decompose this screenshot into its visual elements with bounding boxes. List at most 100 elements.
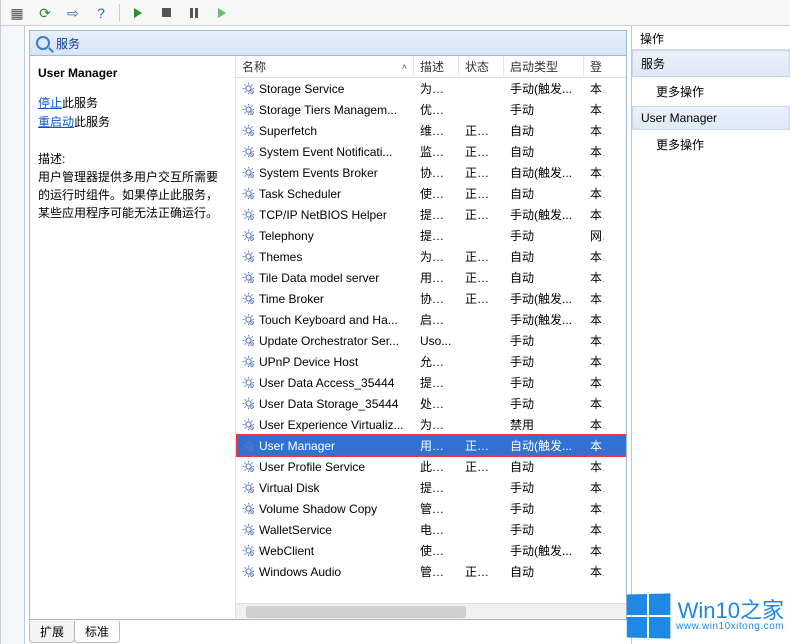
service-desc-cell: 优化... [414, 101, 459, 118]
table-row[interactable]: Update Orchestrator Ser...Uso...手动本 [236, 330, 626, 351]
service-logon-cell: 本 [584, 353, 604, 370]
table-row[interactable]: Themes为用...正在...自动本 [236, 246, 626, 267]
col-startup[interactable]: 启动类型 [504, 56, 584, 77]
service-startup-cell: 手动 [504, 353, 584, 370]
sort-asc-icon: ˄ [402, 62, 407, 72]
horizontal-scrollbar[interactable] [236, 603, 626, 619]
watermark-brand1: Win10 [678, 598, 740, 623]
table-row[interactable]: Telephony提供...手动网 [236, 225, 626, 246]
table-row[interactable]: WebClient使基...手动(触发...本 [236, 540, 626, 561]
table-row[interactable]: TCP/IP NetBIOS Helper提供...正在...手动(触发...本 [236, 204, 626, 225]
pause-icon[interactable] [182, 3, 206, 23]
table-row[interactable]: Storage Service为存...手动(触发...本 [236, 78, 626, 99]
table-row[interactable]: Superfetch维护...正在...自动本 [236, 120, 626, 141]
service-desc-cell: Uso... [414, 334, 459, 348]
table-row[interactable]: User Experience Virtualiz...为应...禁用本 [236, 414, 626, 435]
table-row[interactable]: Storage Tiers Managem...优化...手动本 [236, 99, 626, 120]
service-desc-cell: 允许... [414, 353, 459, 370]
help-icon[interactable]: ? [89, 3, 113, 23]
service-logon-cell: 本 [584, 248, 604, 265]
restart-service-link[interactable]: 重启动 [38, 115, 74, 129]
table-row[interactable]: Touch Keyboard and Ha...启用...手动(触发...本 [236, 309, 626, 330]
service-status-cell: 正在... [459, 206, 504, 223]
service-desc-cell: 为存... [414, 80, 459, 97]
tab-standard[interactable]: 标准 [74, 621, 120, 643]
service-startup-cell: 手动 [504, 395, 584, 412]
table-row[interactable]: Volume Shadow Copy管理...手动本 [236, 498, 626, 519]
table-row[interactable]: User Data Access_35444提供...手动本 [236, 372, 626, 393]
service-gear-icon [242, 544, 255, 557]
service-name-cell: Task Scheduler [259, 187, 341, 201]
col-status[interactable]: 状态 [459, 56, 504, 77]
service-gear-icon [242, 271, 255, 284]
table-row[interactable]: Windows Audio管理...正在...自动本 [236, 561, 626, 582]
grid-icon[interactable]: ▦ [5, 3, 29, 23]
table-row[interactable]: Tile Data model server用于...正在...自动本 [236, 267, 626, 288]
service-name-cell: Tile Data model server [259, 271, 379, 285]
more-actions-services[interactable]: 更多操作 [632, 77, 790, 106]
service-name-cell: User Data Access_35444 [259, 376, 394, 390]
service-name-cell: Update Orchestrator Ser... [259, 334, 399, 348]
table-row[interactable]: User Data Storage_35444处理...手动本 [236, 393, 626, 414]
service-startup-cell: 自动 [504, 269, 584, 286]
service-name-cell: Touch Keyboard and Ha... [259, 313, 398, 327]
restart-icon[interactable] [210, 3, 234, 23]
col-logon[interactable]: 登 [584, 56, 604, 77]
table-row[interactable]: Task Scheduler使用...正在...自动本 [236, 183, 626, 204]
service-startup-cell: 手动(触发... [504, 80, 584, 97]
stop-service-link[interactable]: 停止 [38, 96, 62, 110]
table-row[interactable]: System Event Notificati...监视...正在...自动本 [236, 141, 626, 162]
table-row[interactable]: User Manager用户...正在...自动(触发...本 [236, 435, 626, 456]
play-icon[interactable] [126, 3, 150, 23]
tree-gutter [1, 26, 25, 644]
service-logon-cell: 本 [584, 500, 604, 517]
service-logon-cell: 本 [584, 164, 604, 181]
service-logon-cell: 本 [584, 374, 604, 391]
service-name-cell: Volume Shadow Copy [259, 502, 377, 516]
service-status-cell: 正在... [459, 143, 504, 160]
table-row[interactable]: System Events Broker协调...正在...自动(触发...本 [236, 162, 626, 183]
service-name-cell: UPnP Device Host [259, 355, 358, 369]
service-gear-icon [242, 418, 255, 431]
table-row[interactable]: WalletService电子...手动本 [236, 519, 626, 540]
service-startup-cell: 手动 [504, 332, 584, 349]
service-logon-cell: 本 [584, 479, 604, 496]
service-name-cell: Superfetch [259, 124, 317, 138]
service-logon-cell: 本 [584, 80, 604, 97]
table-row[interactable]: User Profile Service此服...正在...自动本 [236, 456, 626, 477]
export-icon[interactable]: ⇨ [61, 3, 85, 23]
service-logon-cell: 本 [584, 143, 604, 160]
service-gear-icon [242, 82, 255, 95]
service-gear-icon [242, 439, 255, 452]
service-name-cell: Windows Audio [259, 565, 341, 579]
service-gear-icon [242, 397, 255, 410]
selected-service-name: User Manager [38, 66, 227, 80]
service-name-cell: Storage Tiers Managem... [259, 103, 397, 117]
service-name-cell: Virtual Disk [259, 481, 319, 495]
service-desc-cell: 协调... [414, 164, 459, 181]
col-desc[interactable]: 描述 [414, 56, 459, 77]
table-row[interactable]: UPnP Device Host 允许... 手动本 [236, 351, 626, 372]
service-startup-cell: 自动 [504, 185, 584, 202]
stop-icon[interactable] [154, 3, 178, 23]
table-row[interactable]: Virtual Disk提供...手动本 [236, 477, 626, 498]
service-status-cell: 正在... [459, 437, 504, 454]
service-logon-cell: 本 [584, 542, 604, 559]
service-startup-cell: 手动 [504, 500, 584, 517]
watermark-brand2: 之家 [740, 598, 784, 623]
service-startup-cell: 自动(触发... [504, 437, 584, 454]
service-name-cell: TCP/IP NetBIOS Helper [259, 208, 387, 222]
table-row[interactable]: Time Broker协调...正在...手动(触发...本 [236, 288, 626, 309]
service-startup-cell: 手动 [504, 101, 584, 118]
services-table: 名称 ˄ 描述 状态 启动类型 登 Storage Service为存...手动… [235, 56, 626, 619]
service-startup-cell: 自动 [504, 563, 584, 580]
service-name-cell: User Profile Service [259, 460, 365, 474]
service-name-cell: User Data Storage_35444 [259, 397, 398, 411]
refresh-icon[interactable]: ⟳ [33, 3, 57, 23]
service-name-cell: WalletService [259, 523, 332, 537]
main-toolbar: ▦ ⟳ ⇨ ? [1, 0, 790, 26]
tab-extended[interactable]: 扩展 [29, 621, 75, 643]
service-desc-cell: 用于... [414, 269, 459, 286]
col-name[interactable]: 名称 ˄ [236, 56, 414, 77]
more-actions-selected[interactable]: 更多操作 [632, 130, 790, 159]
